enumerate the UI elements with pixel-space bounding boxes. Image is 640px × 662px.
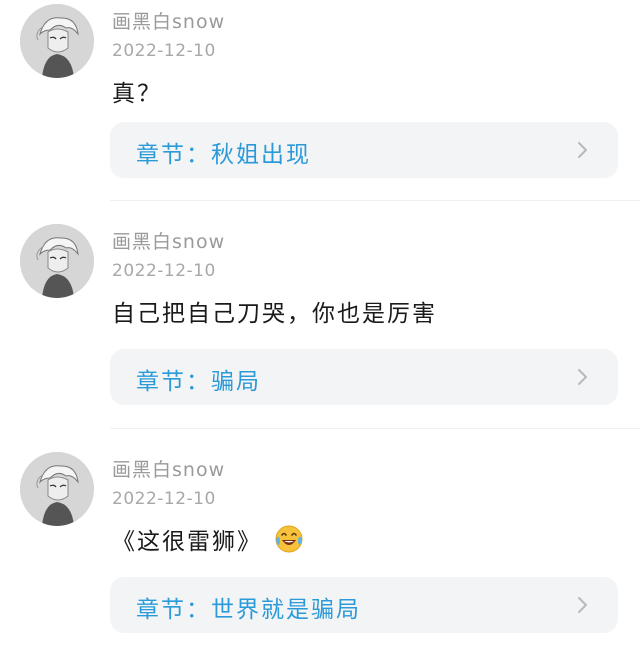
chapter-title: 骗局 xyxy=(211,369,261,395)
user-avatar[interactable] xyxy=(20,4,94,78)
chapter-title: 秋姐出现 xyxy=(211,142,311,168)
chapter-label: 章节： xyxy=(136,369,211,395)
chapter-link-card[interactable]: 章节：秋姐出现 xyxy=(110,122,618,178)
comment-username[interactable]: 画黑白snow xyxy=(112,7,225,34)
comment-text: 自己把自己刀哭，你也是厉害 xyxy=(112,294,437,328)
user-avatar[interactable] xyxy=(20,224,94,298)
chapter-link-card[interactable]: 章节：骗局 xyxy=(110,349,618,405)
chevron-right-icon xyxy=(578,142,587,158)
comment-item: 画黑白snow 2022-12-10 自己把自己刀哭，你也是厉害 章节：骗局 xyxy=(0,224,640,434)
chapter-link: 章节：秋姐出现 xyxy=(136,135,311,169)
divider xyxy=(110,200,640,201)
laughing-with-tears-emoji-icon xyxy=(275,525,303,553)
comment-date: 2022-12-10 xyxy=(112,489,216,509)
comment-text: 《这很雷狮》 xyxy=(112,522,304,556)
comment-body: 《这很雷狮》 xyxy=(112,529,262,555)
user-avatar[interactable] xyxy=(20,452,94,526)
comment-feed: 画黑白snow 2022-12-10 真？ 章节：秋姐出现 画黑白snow 20… xyxy=(0,0,640,662)
anime-character-avatar-icon xyxy=(20,224,94,298)
chapter-link-card[interactable]: 章节：世界就是骗局 xyxy=(110,577,618,633)
comment-username[interactable]: 画黑白snow xyxy=(112,227,225,254)
chevron-right-icon xyxy=(578,597,587,613)
anime-character-avatar-icon xyxy=(20,4,94,78)
comment-username[interactable]: 画黑白snow xyxy=(112,455,225,482)
comment-body: 自己把自己刀哭，你也是厉害 xyxy=(112,301,437,327)
chevron-right-icon xyxy=(578,369,587,385)
chapter-title: 世界就是骗局 xyxy=(211,597,361,623)
chapter-link: 章节：骗局 xyxy=(136,362,261,396)
comment-body: 真？ xyxy=(112,81,162,107)
chapter-link: 章节：世界就是骗局 xyxy=(136,590,361,624)
comment-date: 2022-12-10 xyxy=(112,261,216,281)
comment-item: 画黑白snow 2022-12-10 《这很雷狮》 章节：世界就是骗局 xyxy=(0,452,640,662)
divider xyxy=(110,428,640,429)
comment-text: 真？ xyxy=(112,74,162,108)
chapter-label: 章节： xyxy=(136,142,211,168)
comment-item: 画黑白snow 2022-12-10 真？ 章节：秋姐出现 xyxy=(0,4,640,214)
chapter-label: 章节： xyxy=(136,597,211,623)
comment-date: 2022-12-10 xyxy=(112,41,216,61)
anime-character-avatar-icon xyxy=(20,452,94,526)
